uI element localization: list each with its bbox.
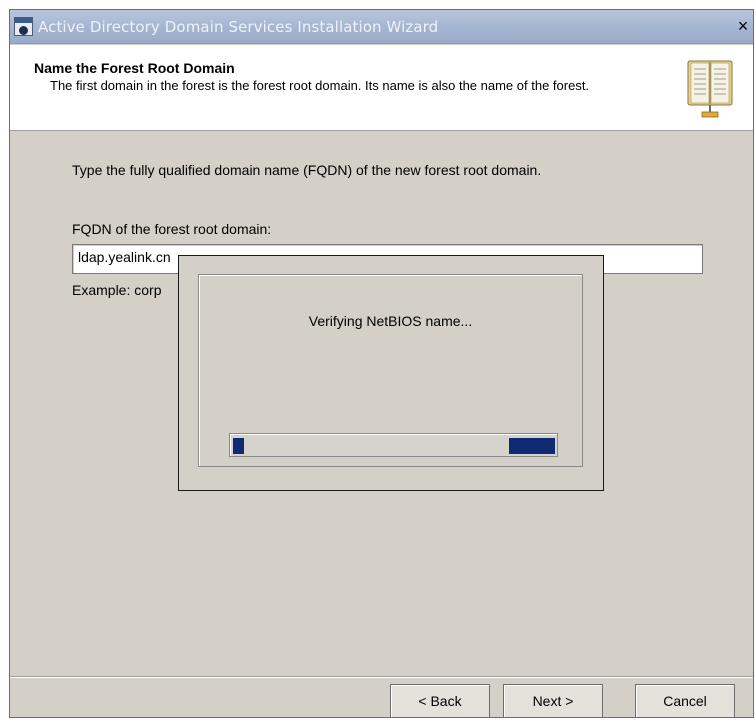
footer-divider [10, 676, 753, 678]
wizard-window: Active Directory Domain Services Install… [9, 9, 754, 718]
next-button[interactable]: Next > [503, 684, 603, 717]
window-title: Active Directory Domain Services Install… [38, 18, 439, 36]
back-button[interactable]: < Back [390, 684, 490, 717]
progress-marquee-block-left [233, 438, 244, 454]
progress-bar [229, 433, 558, 457]
close-button[interactable]: × [733, 10, 753, 44]
open-book-icon [687, 60, 733, 118]
progress-message: Verifying NetBIOS name... [308, 313, 473, 329]
example-text: Example: corp [72, 282, 162, 298]
instruction-text: Type the fully qualified domain name (FQ… [72, 162, 542, 178]
progress-panel: Verifying NetBIOS name... [198, 274, 583, 467]
fqdn-label: FQDN of the forest root domain: [72, 221, 272, 237]
page-description: The first domain in the forest is the fo… [50, 78, 590, 93]
cancel-button[interactable]: Cancel [635, 684, 735, 717]
progress-marquee-block-right [509, 438, 555, 454]
ad-ds-window-icon [14, 17, 33, 36]
title-bar[interactable]: Active Directory Domain Services Install… [10, 10, 753, 44]
page-title: Name the Forest Root Domain [34, 60, 235, 76]
wizard-header: Name the Forest Root Domain The first do… [10, 45, 753, 131]
progress-dialog: Verifying NetBIOS name... [178, 255, 604, 491]
